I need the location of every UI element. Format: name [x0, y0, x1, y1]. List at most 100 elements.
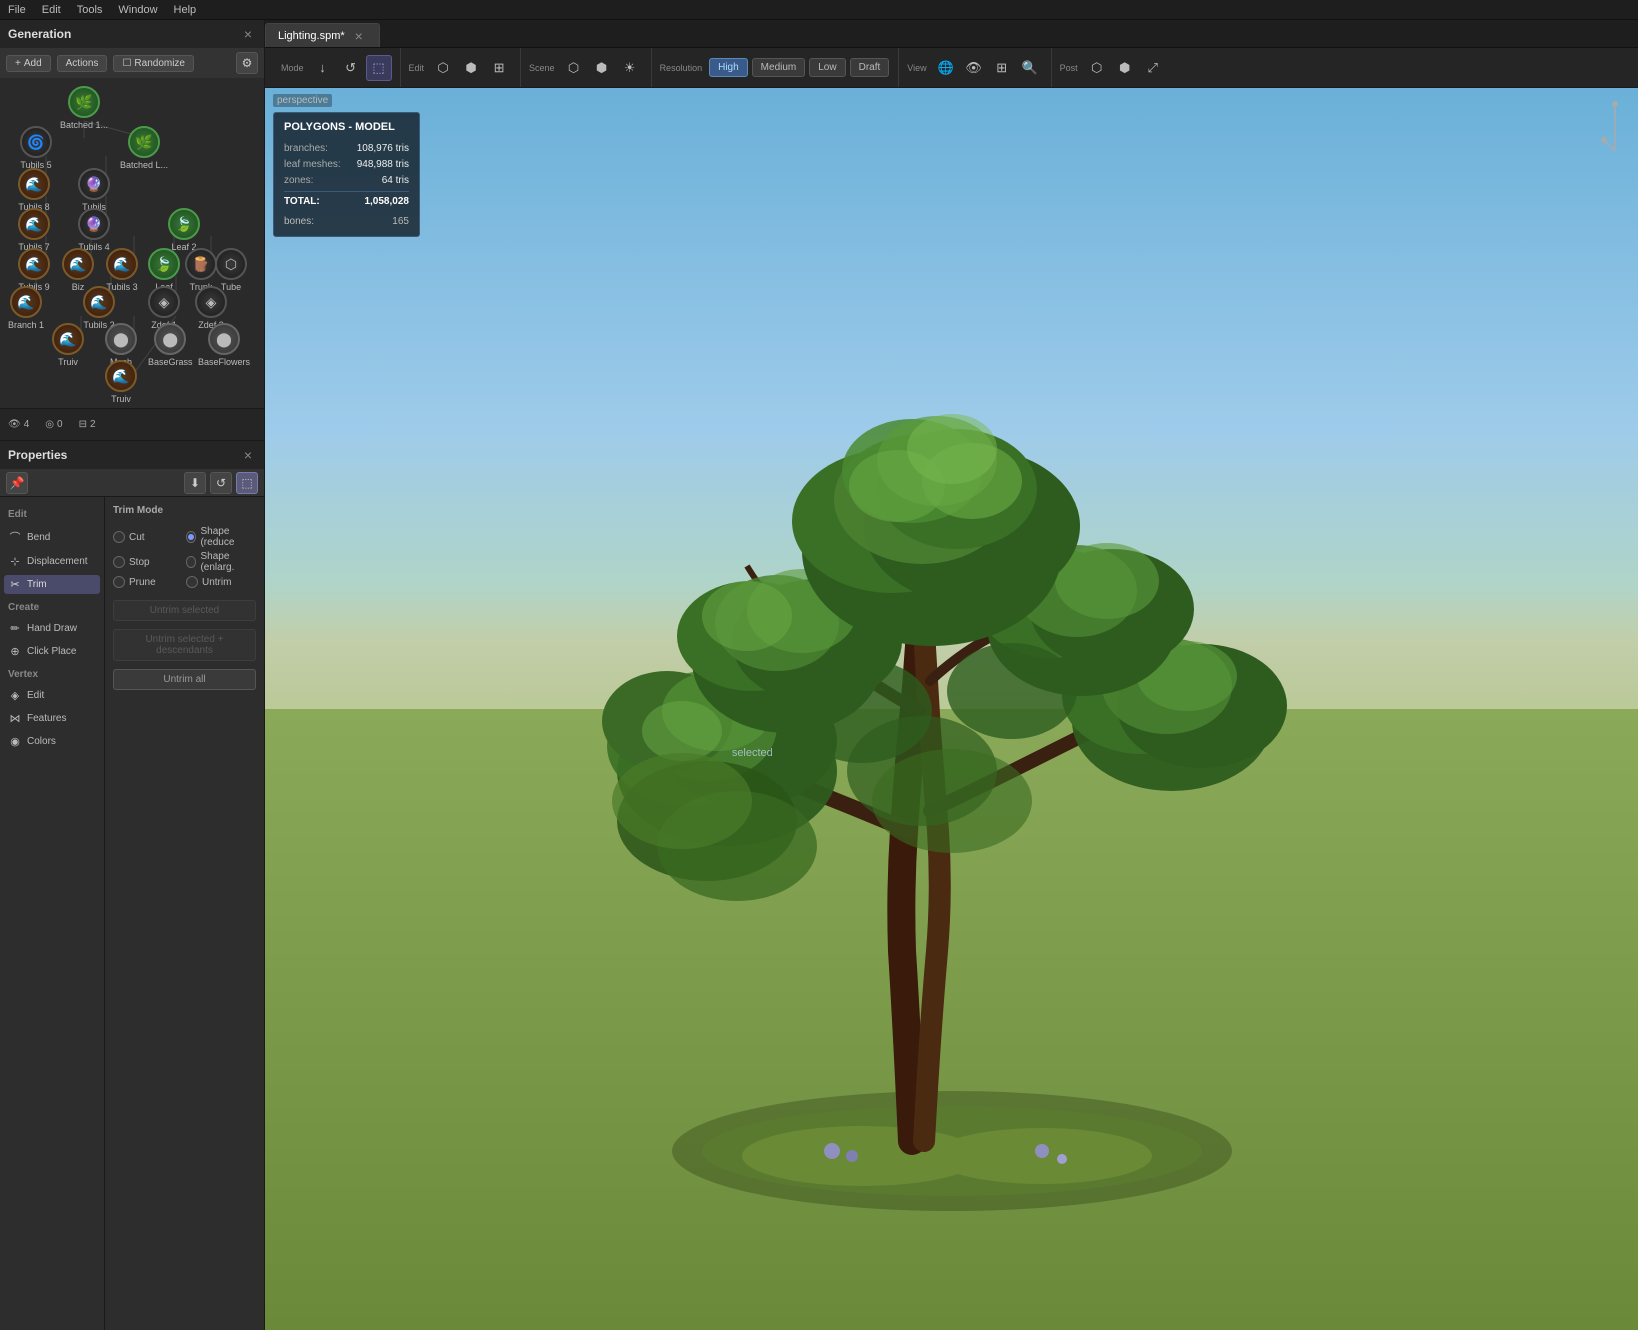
poly-zones-label: zones:: [284, 173, 313, 189]
scene-btn2[interactable]: ⬢: [589, 55, 615, 81]
edit-btn3[interactable]: ⊞: [486, 55, 512, 81]
view-grid-btn[interactable]: ⊞: [989, 55, 1015, 81]
view-globe-btn[interactable]: 🌐: [933, 55, 959, 81]
node-tubils5[interactable]: 🌀 Tubils 5: [20, 126, 52, 170]
node-batched1[interactable]: 🌿 Batched 1...: [60, 86, 108, 130]
node-truiv[interactable]: 🌊 Truiv: [52, 323, 84, 367]
node-tubils8[interactable]: 🌊 Tubils 8: [18, 168, 50, 212]
add-label: Add: [24, 58, 42, 69]
node-label-truiv2: Truiv: [111, 394, 131, 404]
menu-edit[interactable]: Edit: [42, 4, 61, 16]
pin-button[interactable]: 📌: [6, 472, 28, 494]
menu-tools[interactable]: Tools: [77, 4, 103, 16]
menu-help[interactable]: Help: [174, 4, 197, 16]
actions-button[interactable]: Actions: [57, 55, 108, 72]
mode-btn3[interactable]: ⬚: [366, 55, 392, 81]
poly-branches-label: branches:: [284, 141, 328, 157]
node-tubils4[interactable]: 🔮 Tubils 4: [78, 208, 110, 252]
node-label-basegrass: BaseGrass: [148, 357, 193, 367]
prop-bend[interactable]: ⌒ Bend: [4, 526, 100, 548]
post-expand-btn[interactable]: ⤢: [1140, 55, 1166, 81]
mode-icon-btn2[interactable]: ↺: [210, 472, 232, 494]
edit-btn2[interactable]: ⬢: [458, 55, 484, 81]
node-branch1[interactable]: 🌊 Branch 1: [8, 286, 44, 330]
node-baseflowers[interactable]: ⬤ BaseFlowers: [198, 323, 250, 367]
radio-shape-enlarge[interactable]: Shape (enlarg.: [186, 551, 256, 573]
prop-trim[interactable]: ✂ Trim: [4, 575, 100, 594]
generation-close-button[interactable]: ×: [240, 26, 256, 42]
node-truiv2[interactable]: 🌊 Truiv: [105, 360, 137, 404]
prop-hand-draw[interactable]: ✏ Hand Draw: [4, 619, 100, 638]
resolution-draft[interactable]: Draft: [850, 58, 890, 77]
resolution-low[interactable]: Low: [809, 58, 845, 77]
viewport[interactable]: perspective POLYGONS - MODEL branches: 1…: [265, 88, 1638, 1330]
hidden-count: ◎ 0: [45, 419, 62, 430]
mode-btn2[interactable]: ↺: [338, 55, 364, 81]
menu-file[interactable]: File: [8, 4, 26, 16]
node-leaf2[interactable]: 🍃 Leaf 2: [168, 208, 200, 252]
scene-label: Scene: [529, 63, 555, 73]
mode-icon-btn1[interactable]: ⬇: [184, 472, 206, 494]
add-button[interactable]: + Add: [6, 55, 51, 72]
edit-section-label: Edit: [4, 505, 100, 522]
randomize-button[interactable]: ☐ Randomize: [113, 55, 194, 72]
prop-features[interactable]: ⋈ Features: [4, 709, 100, 728]
node-circle-baseflowers: ⬤: [208, 323, 240, 355]
eye-icon: 👁: [8, 419, 21, 430]
node-circle-leaf2: 🍃: [168, 208, 200, 240]
untrim-selected-button[interactable]: Untrim selected: [113, 600, 256, 621]
node-tubils[interactable]: 🔮 Tubils: [78, 168, 110, 212]
radio-stop-circle: [113, 556, 125, 568]
prop-vertex-edit[interactable]: ◈ Edit: [4, 686, 100, 705]
radio-cut-circle: [113, 531, 125, 543]
file-tab-lighting[interactable]: Lighting.spm* ×: [265, 23, 380, 47]
radio-stop[interactable]: Stop: [113, 551, 183, 573]
radio-untrim[interactable]: Untrim: [186, 576, 256, 588]
node-circle-batched2: 🌿: [128, 126, 160, 158]
trim-mode-title: Trim Mode: [113, 505, 256, 516]
view-label: View: [907, 63, 926, 73]
mode-icon-btn3[interactable]: ⬚: [236, 472, 258, 494]
poly-total-label: TOTAL:: [284, 194, 320, 210]
view-search-btn[interactable]: 🔍: [1017, 55, 1043, 81]
poly-leaf-row: leaf meshes: 948,988 tris: [284, 157, 409, 173]
post-btn2[interactable]: ⬢: [1112, 55, 1138, 81]
poly-bones-row: bones: 165: [284, 214, 409, 230]
click-place-icon: ⊕: [8, 645, 22, 658]
node-circle-tubils: 🔮: [78, 168, 110, 200]
node-circle-biz: 🌊: [62, 248, 94, 280]
node-circle-tubils9: 🌊: [18, 248, 50, 280]
tree-svg: [562, 331, 1342, 1231]
prop-colors[interactable]: ◉ Colors: [4, 732, 100, 751]
actions-label: Actions: [66, 58, 99, 69]
colors-icon: ◉: [8, 735, 22, 748]
prop-displacement[interactable]: ⊹ Displacement: [4, 552, 100, 571]
trim-label: Trim: [27, 579, 47, 590]
node-batched2[interactable]: 🌿 Batched L...: [120, 126, 168, 170]
node-circle-branch1: 🌊: [10, 286, 42, 318]
mode-btn1[interactable]: ↓: [310, 55, 336, 81]
scene-btn3[interactable]: ☀: [617, 55, 643, 81]
node-circle-zdef2: ◈: [195, 286, 227, 318]
view-eye-btn[interactable]: 👁: [961, 55, 987, 81]
node-graph[interactable]: 🌿 Batched 1... 🌀 Tubils 5 🌿 Batched L...…: [0, 78, 264, 408]
prop-click-place[interactable]: ⊕ Click Place: [4, 642, 100, 661]
radio-cut[interactable]: Cut: [113, 526, 183, 548]
untrim-selected-descendants-button[interactable]: Untrim selected + descendants: [113, 629, 256, 661]
file-tab-close[interactable]: ×: [351, 28, 367, 44]
node-tubils7[interactable]: 🌊 Tubils 7: [18, 208, 50, 252]
node-basegrass[interactable]: ⬤ BaseGrass: [148, 323, 193, 367]
resolution-high[interactable]: High: [709, 58, 748, 77]
post-btn1[interactable]: ⬡: [1084, 55, 1110, 81]
untrim-all-button[interactable]: Untrim all: [113, 669, 256, 690]
gear-button[interactable]: ⚙: [236, 52, 258, 74]
radio-shape-reduce[interactable]: Shape (reduce: [186, 526, 256, 548]
instance-number: 2: [90, 419, 96, 430]
properties-close-button[interactable]: ×: [240, 447, 256, 463]
radio-prune[interactable]: Prune: [113, 576, 183, 588]
resolution-medium[interactable]: Medium: [752, 58, 806, 77]
menu-window[interactable]: Window: [118, 4, 157, 16]
scene-btn1[interactable]: ⬡: [561, 55, 587, 81]
edit-btn1[interactable]: ⬡: [430, 55, 456, 81]
close-icon: ×: [244, 26, 252, 42]
